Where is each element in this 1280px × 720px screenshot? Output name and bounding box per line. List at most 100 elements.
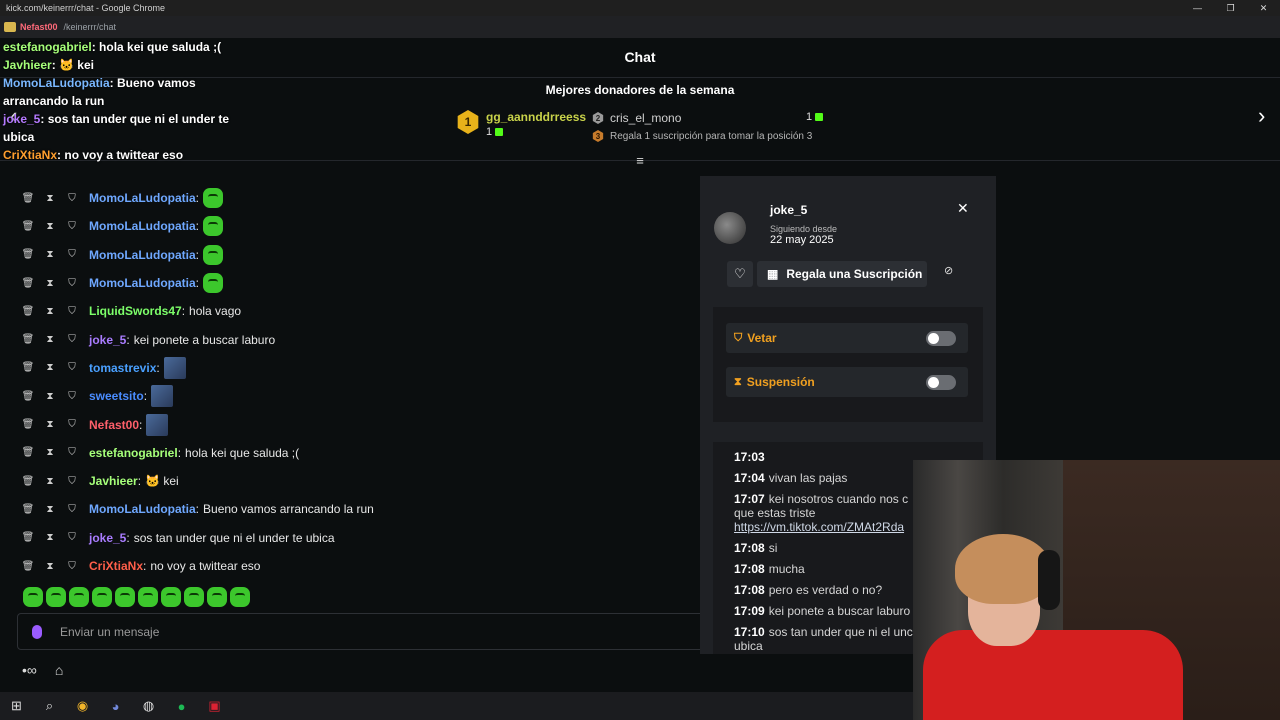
chat-message[interactable]: 🗑 ⧗ ⛉ MomoLaLudopatia: <box>20 212 700 240</box>
close-icon[interactable]: ✕ <box>957 200 969 217</box>
chat-username[interactable]: Javhieer <box>89 474 138 488</box>
chat-message[interactable]: 🗑 ⧗ ⛉ sweetsito: <box>20 382 700 410</box>
chat-message[interactable]: 🗑 ⧗ ⛉ MomoLaLudopatia: Bueno vamos arrancand… <box>20 495 700 523</box>
ban-icon[interactable]: ⛉ <box>64 306 80 317</box>
chrome-icon[interactable]: ◉ <box>66 698 99 714</box>
quick-emote-icon[interactable] <box>138 587 158 607</box>
chat-username[interactable]: estefanogabriel <box>89 446 178 460</box>
delete-icon[interactable]: 🗑 <box>20 278 36 289</box>
ban-icon[interactable]: ⛉ <box>64 561 80 572</box>
timeout-icon[interactable]: ⧗ <box>42 532 58 543</box>
quick-emote-icon[interactable] <box>46 587 66 607</box>
chat-message[interactable]: 🗑 ⧗ ⛉ joke_5: sos tan under que ni el under … <box>20 524 700 552</box>
chat-username[interactable]: MomoLaLudopatia <box>89 219 196 233</box>
timeout-icon[interactable]: ⧗ <box>42 504 58 515</box>
chat-username[interactable]: tomastrevix <box>89 361 156 375</box>
ban-icon[interactable]: ⛉ <box>64 391 80 402</box>
store-icon[interactable]: ⌂ <box>55 662 63 678</box>
chat-username[interactable]: MomoLaLudopatia <box>89 276 196 290</box>
microphone-icon[interactable] <box>32 624 42 639</box>
delete-icon[interactable]: 🗑 <box>20 532 36 543</box>
ban-icon[interactable]: ⛉ <box>64 504 80 515</box>
delete-icon[interactable]: 🗑 <box>20 504 36 515</box>
delete-icon[interactable]: 🗑 <box>20 334 36 345</box>
follow-heart-button[interactable]: ♡ <box>727 261 753 287</box>
quick-emote-icon[interactable] <box>184 587 204 607</box>
ban-icon[interactable]: ⛉ <box>64 278 80 289</box>
delete-icon[interactable]: 🗑 <box>20 306 36 317</box>
mute-icon[interactable]: ⊘ <box>944 264 953 277</box>
ban-icon[interactable]: ⛉ <box>64 193 80 204</box>
chat-message[interactable]: 🗑 ⧗ ⛉ MomoLaLudopatia: <box>20 241 700 269</box>
ban-icon[interactable]: ⛉ <box>64 476 80 487</box>
spotify-icon[interactable]: ● <box>165 699 198 714</box>
collapse-icon[interactable]: ≡ <box>633 153 647 168</box>
timeout-icon[interactable]: ⧗ <box>42 193 58 204</box>
voicemeeter-icon[interactable]: ▣ <box>198 698 231 714</box>
infinity-icon[interactable]: •∞ <box>22 662 37 678</box>
delete-icon[interactable]: 🗑 <box>20 221 36 232</box>
restore-button[interactable]: ❐ <box>1214 0 1247 16</box>
quick-emote-icon[interactable] <box>92 587 112 607</box>
chat-message[interactable]: 🗑 ⧗ ⛉ estefanogabriel: hola kei que saluda ;… <box>20 439 700 467</box>
gift-subscription-button[interactable]: ▦ Regala una Suscripción <box>757 261 927 287</box>
chat-message[interactable]: 🗑 ⧗ ⛉ MomoLaLudopatia: <box>20 184 700 212</box>
timeout-icon[interactable]: ⧗ <box>42 278 58 289</box>
quick-emote-icon[interactable] <box>115 587 135 607</box>
chat-message[interactable]: 🗑 ⧗ ⛉ joke_5: kei ponete a buscar laburo <box>20 325 700 353</box>
chat-message[interactable]: 🗑 ⧗ ⛉ CriXtiaNx: no voy a twittear eso <box>20 552 700 580</box>
timeout-icon[interactable]: ⧗ <box>42 476 58 487</box>
chat-message[interactable]: 🗑 ⧗ ⛉ tomastrevix: <box>20 354 700 382</box>
timeout-icon[interactable]: ⧗ <box>42 334 58 345</box>
timeout-icon[interactable]: ⧗ <box>42 306 58 317</box>
quick-emote-icon[interactable] <box>23 587 43 607</box>
donor-first[interactable]: 1 gg_aannddrreess 1 <box>456 110 586 138</box>
delete-icon[interactable]: 🗑 <box>20 419 36 430</box>
delete-icon[interactable]: 🗑 <box>20 249 36 260</box>
chat-username[interactable]: LiquidSwords47 <box>89 304 182 318</box>
ban-icon[interactable]: ⛉ <box>64 249 80 260</box>
delete-icon[interactable]: 🗑 <box>20 193 36 204</box>
ban-icon[interactable]: ⛉ <box>64 447 80 458</box>
chat-username[interactable]: Nefast00 <box>89 418 139 432</box>
delete-icon[interactable]: 🗑 <box>20 362 36 373</box>
delete-icon[interactable]: 🗑 <box>20 391 36 402</box>
chat-username[interactable]: MomoLaLudopatia <box>89 248 196 262</box>
chat-username[interactable]: CriXtiaNx <box>89 559 143 573</box>
ban-icon[interactable]: ⛉ <box>64 419 80 430</box>
chat-message[interactable]: 🗑 ⧗ ⛉ Javhieer: 🐱 kei <box>20 467 700 495</box>
chat-input[interactable] <box>60 624 660 639</box>
timeout-icon[interactable]: ⧗ <box>42 362 58 373</box>
timeout-icon[interactable]: ⧗ <box>42 561 58 572</box>
timeout-icon[interactable]: ⧗ <box>42 221 58 232</box>
ban-icon[interactable]: ⛉ <box>64 221 80 232</box>
chat-input-box[interactable] <box>17 613 707 650</box>
ban-icon[interactable]: ⛉ <box>64 362 80 373</box>
minimize-button[interactable]: — <box>1181 0 1214 16</box>
delete-icon[interactable]: 🗑 <box>20 476 36 487</box>
quick-emote-icon[interactable] <box>161 587 181 607</box>
timeout-icon[interactable]: ⧗ <box>42 249 58 260</box>
chat-username[interactable]: sweetsito <box>89 389 144 403</box>
timeout-icon[interactable]: ⧗ <box>42 391 58 402</box>
ban-toggle[interactable] <box>926 331 956 346</box>
donor-second[interactable]: 2 cris_el_mono 1 3 Regala 1 suscripción … <box>592 111 824 142</box>
ban-icon[interactable]: ⛉ <box>64 532 80 543</box>
windows-start-icon[interactable]: ⊞ <box>0 698 33 714</box>
delete-icon[interactable]: 🗑 <box>20 561 36 572</box>
chat-message[interactable]: 🗑 ⧗ ⛉ MomoLaLudopatia: <box>20 269 700 297</box>
quick-emote-icon[interactable] <box>230 587 250 607</box>
timeout-toggle[interactable] <box>926 375 956 390</box>
chat-username[interactable]: joke_5 <box>89 333 126 347</box>
chat-message[interactable]: 🗑 ⧗ ⛉ LiquidSwords47: hola vago <box>20 297 700 325</box>
search-icon[interactable]: ⌕ <box>33 698 66 714</box>
timeout-icon[interactable]: ⧗ <box>42 419 58 430</box>
chat-username[interactable]: MomoLaLudopatia <box>89 191 196 205</box>
close-window-button[interactable]: ✕ <box>1247 0 1280 16</box>
obs-icon[interactable]: ◍ <box>132 698 165 714</box>
quick-emote-icon[interactable] <box>207 587 227 607</box>
discord-icon[interactable]: ◕ <box>99 699 132 714</box>
chat-message[interactable]: 🗑 ⧗ ⛉ Nefast00: <box>20 410 700 438</box>
delete-icon[interactable]: 🗑 <box>20 447 36 458</box>
timeout-icon[interactable]: ⧗ <box>42 447 58 458</box>
